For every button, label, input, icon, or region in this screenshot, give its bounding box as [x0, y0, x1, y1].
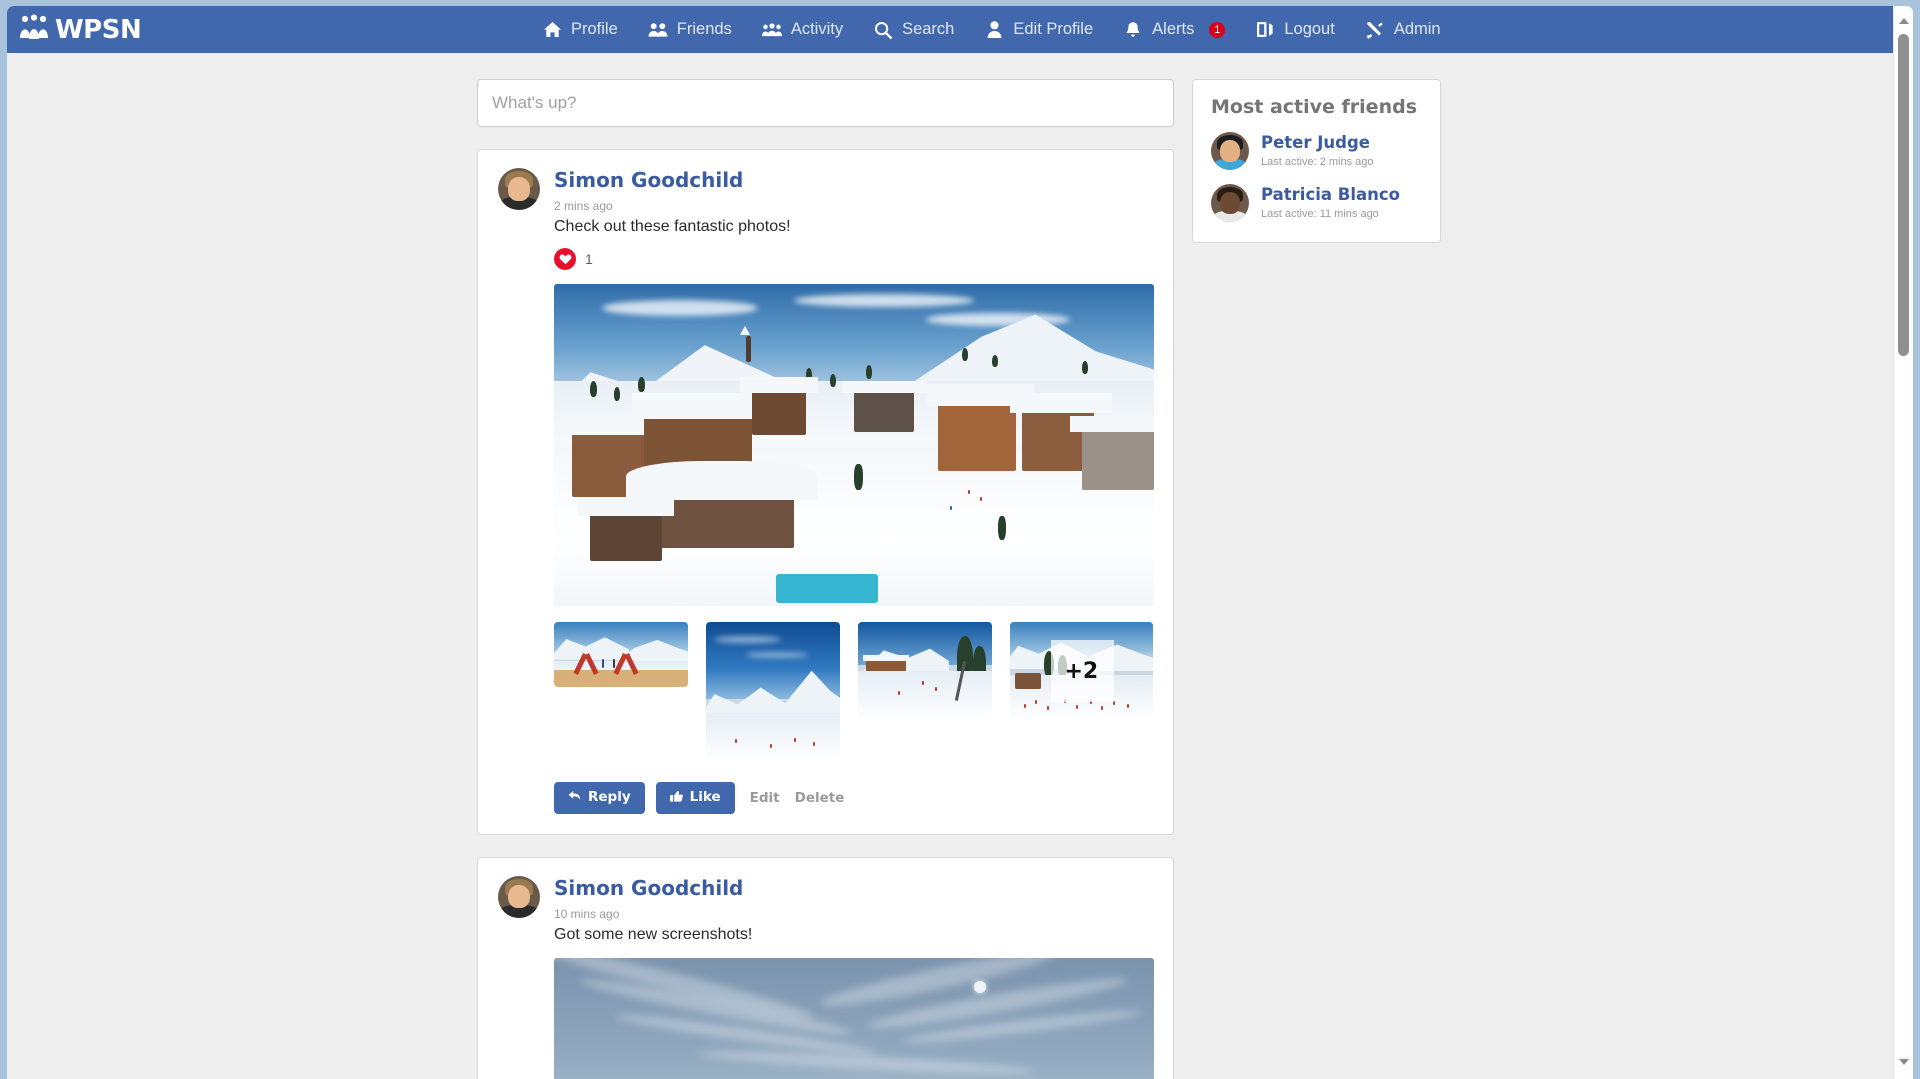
bell-icon [1123, 20, 1143, 40]
scroll-up-arrow-icon[interactable] [1894, 12, 1913, 30]
post-gallery: +2 [554, 622, 1153, 760]
sidebar: Most active friends Peter Judge Last act… [1192, 79, 1441, 243]
thumbs-up-icon [669, 790, 683, 806]
gallery-thumbnail[interactable] [857, 622, 992, 720]
nav-label: Edit Profile [1013, 20, 1094, 38]
nav-item-profile[interactable]: Profile [527, 6, 633, 53]
tools-icon [1365, 20, 1385, 40]
post-author-link[interactable]: Simon Goodchild [554, 169, 743, 191]
friend-last-active: Last active: 11 mins ago [1261, 208, 1379, 220]
nav-item-search[interactable]: Search [858, 6, 969, 53]
avatar[interactable] [498, 875, 540, 918]
friend-last-active: Last active: 2 mins ago [1261, 156, 1374, 168]
scrollbar-thumb[interactable] [1898, 34, 1909, 356]
friend-list-item[interactable]: Peter Judge Last active: 2 mins ago [1211, 132, 1422, 170]
heart-icon[interactable] [554, 248, 576, 270]
like-button[interactable]: Like [655, 782, 735, 814]
post-hero-image[interactable] [554, 957, 1154, 1079]
brand-name: WPSN [55, 14, 142, 45]
nav-label: Profile [571, 20, 618, 38]
panel-title: Most active friends [1211, 96, 1418, 118]
content-area: Simon Goodchild 2 mins ago Check out the… [7, 53, 1893, 1079]
nav-label: Friends [676, 20, 732, 38]
nav-label: Activity [790, 20, 844, 38]
nav-item-edit-profile[interactable]: Edit Profile [969, 6, 1108, 53]
gallery-thumbnail[interactable] [705, 622, 840, 760]
post-hero-image[interactable] [554, 284, 1154, 606]
post-actions: Reply Like Edit Delete [554, 782, 1153, 814]
reply-label: Reply [588, 789, 631, 805]
post-header: Simon Goodchild 10 mins ago Got some new… [498, 875, 1154, 1079]
screen: WPSN Profile Friends Activity Search Edi… [0, 0, 1920, 1079]
nav-label: Admin [1393, 20, 1441, 38]
brand-logo[interactable]: WPSN [19, 6, 142, 53]
browser-window: WPSN Profile Friends Activity Search Edi… [7, 6, 1913, 1079]
post-header: Simon Goodchild 2 mins ago Check out the… [498, 168, 1154, 814]
gallery-more-overlay: +2 [1010, 622, 1153, 720]
avatar[interactable] [498, 168, 540, 210]
post-reactions: 1 [554, 248, 1153, 270]
top-navigation-bar: WPSN Profile Friends Activity Search Edi… [7, 6, 1893, 53]
home-icon [542, 20, 562, 40]
reply-arrow-icon [568, 790, 581, 806]
person-icon [984, 20, 1004, 40]
logout-door-icon [1255, 20, 1275, 40]
three-people-icon [761, 20, 782, 40]
nav-links: Profile Friends Activity Search Edit Pro… [527, 6, 1456, 53]
avatar[interactable] [1211, 132, 1249, 170]
nav-label: Alerts [1152, 20, 1195, 38]
post-card: Simon Goodchild 2 mins ago Check out the… [477, 149, 1174, 835]
friend-name-link[interactable]: Peter Judge [1261, 133, 1370, 152]
friend-list-item[interactable]: Patricia Blanco Last active: 11 mins ago [1211, 184, 1422, 222]
vertical-scrollbar[interactable] [1893, 6, 1913, 1079]
scroll-down-arrow-icon[interactable] [1894, 1053, 1913, 1071]
nav-item-activity[interactable]: Activity [747, 6, 858, 53]
nav-item-alerts[interactable]: Alerts 1 [1108, 6, 1240, 53]
delete-link[interactable]: Delete [795, 790, 845, 806]
nav-label: Logout [1284, 20, 1335, 38]
post-author-link[interactable]: Simon Goodchild [554, 877, 743, 899]
like-label: Like [689, 789, 721, 805]
nav-label: Search [902, 20, 955, 38]
nav-item-logout[interactable]: Logout [1240, 6, 1349, 53]
main-column: Simon Goodchild 2 mins ago Check out the… [477, 79, 1174, 1079]
edit-link[interactable]: Edit [750, 790, 780, 806]
two-people-icon [648, 20, 668, 40]
avatar[interactable] [1211, 184, 1249, 222]
post-card: Simon Goodchild 10 mins ago Got some new… [477, 856, 1174, 1079]
page-body: WPSN Profile Friends Activity Search Edi… [7, 6, 1893, 1079]
reaction-count: 1 [585, 251, 593, 267]
reply-button[interactable]: Reply [554, 782, 645, 814]
friend-name-link[interactable]: Patricia Blanco [1261, 185, 1400, 204]
search-icon [873, 20, 893, 40]
nav-item-friends[interactable]: Friends [633, 6, 747, 53]
most-active-friends-panel: Most active friends Peter Judge Last act… [1192, 79, 1441, 243]
post-timestamp: 10 mins ago [554, 906, 620, 921]
post-text: Got some new screenshots! [554, 925, 753, 943]
gallery-thumbnail-more[interactable]: +2 [1009, 622, 1153, 720]
gallery-more-count: +2 [1064, 658, 1099, 684]
gallery-thumbnail[interactable] [554, 622, 688, 687]
status-update-input[interactable] [477, 79, 1174, 127]
group-people-icon [19, 14, 49, 45]
post-text: Check out these fantastic photos! [554, 218, 791, 235]
post-timestamp: 2 mins ago [554, 199, 613, 213]
nav-item-admin[interactable]: Admin [1350, 6, 1456, 53]
alerts-badge: 1 [1209, 21, 1226, 38]
